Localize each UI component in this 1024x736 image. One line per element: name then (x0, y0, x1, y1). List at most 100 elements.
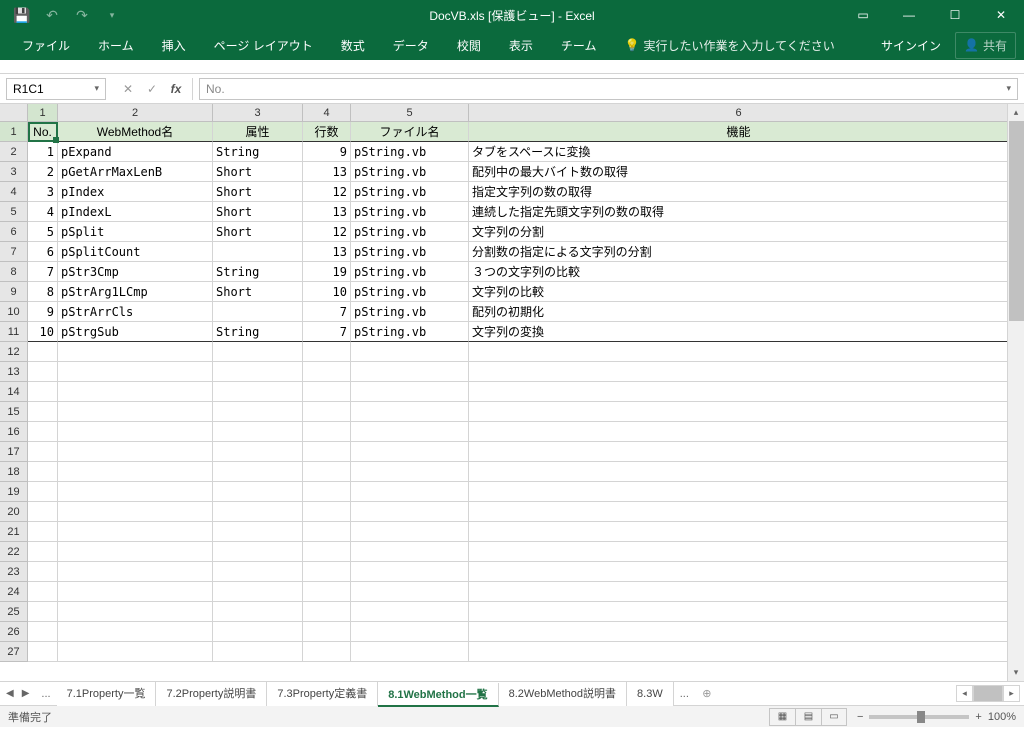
col-header[interactable]: 6 (469, 104, 1009, 121)
cell[interactable]: pString.vb (351, 162, 469, 182)
cell[interactable] (351, 622, 469, 642)
cell[interactable]: 7 (28, 262, 58, 282)
tab-nav-prev-icon[interactable]: ▶ (22, 688, 30, 699)
cell[interactable]: 8 (28, 282, 58, 302)
row-header[interactable]: 25 (0, 602, 28, 622)
cell[interactable] (469, 502, 1009, 522)
cell[interactable]: pString.vb (351, 262, 469, 282)
cell[interactable] (58, 382, 213, 402)
row-header[interactable]: 7 (0, 242, 28, 262)
row-header[interactable]: 5 (0, 202, 28, 222)
row-header[interactable]: 22 (0, 542, 28, 562)
cell[interactable]: 分割数の指定による文字列の分割 (469, 242, 1009, 262)
cell[interactable] (28, 362, 58, 382)
cell[interactable] (213, 622, 303, 642)
cell[interactable]: pString.vb (351, 302, 469, 322)
header-cell[interactable]: 機能 (469, 122, 1009, 142)
cell[interactable]: 12 (303, 222, 351, 242)
scroll-down-icon[interactable]: ▾ (1008, 664, 1024, 681)
cell[interactable] (213, 422, 303, 442)
cell[interactable] (469, 482, 1009, 502)
maximize-icon[interactable]: ☐ (932, 0, 978, 30)
cell[interactable] (28, 442, 58, 462)
cell[interactable] (303, 442, 351, 462)
cell[interactable] (351, 642, 469, 662)
sheet-tab[interactable]: 7.3Property定義書 (267, 682, 378, 706)
zoom-level[interactable]: 100% (988, 711, 1016, 723)
row-header[interactable]: 16 (0, 422, 28, 442)
normal-view-icon[interactable]: ▦ (769, 708, 795, 726)
row-header[interactable]: 23 (0, 562, 28, 582)
cell[interactable] (303, 622, 351, 642)
cell[interactable] (28, 562, 58, 582)
cell[interactable] (303, 582, 351, 602)
cell[interactable]: pStr3Cmp (58, 262, 213, 282)
cell[interactable] (303, 482, 351, 502)
row-header[interactable]: 27 (0, 642, 28, 662)
row-header[interactable]: 10 (0, 302, 28, 322)
cell[interactable]: pGetArrMaxLenB (58, 162, 213, 182)
cell[interactable] (469, 402, 1009, 422)
tabs-overflow-left[interactable]: ... (35, 688, 56, 700)
enter-icon[interactable]: ✓ (140, 82, 164, 96)
cell[interactable] (58, 402, 213, 422)
cell[interactable] (58, 582, 213, 602)
tab-team[interactable]: チーム (547, 30, 611, 60)
cell[interactable] (213, 342, 303, 362)
cell[interactable]: 配列中の最大バイト数の取得 (469, 162, 1009, 182)
cell[interactable]: 2 (28, 162, 58, 182)
cell[interactable] (469, 642, 1009, 662)
cell[interactable] (213, 402, 303, 422)
cell[interactable]: String (213, 262, 303, 282)
cell[interactable]: タブをスペースに変換 (469, 142, 1009, 162)
zoom-out-icon[interactable]: − (857, 711, 863, 723)
cell[interactable] (28, 382, 58, 402)
cell[interactable]: Short (213, 282, 303, 302)
cell[interactable] (213, 442, 303, 462)
cell[interactable] (213, 582, 303, 602)
cell[interactable] (469, 382, 1009, 402)
row-header[interactable]: 8 (0, 262, 28, 282)
cell[interactable]: 3 (28, 182, 58, 202)
vertical-scrollbar[interactable]: ▴ ▾ (1007, 104, 1024, 681)
cell[interactable] (469, 582, 1009, 602)
row-header[interactable]: 24 (0, 582, 28, 602)
redo-icon[interactable]: ↷ (68, 1, 96, 29)
cell[interactable] (28, 402, 58, 422)
cell[interactable] (28, 542, 58, 562)
cell[interactable] (28, 602, 58, 622)
cell[interactable] (469, 442, 1009, 462)
cell[interactable]: pStrArrCls (58, 302, 213, 322)
chevron-down-icon[interactable]: ▾ (94, 83, 99, 94)
cell[interactable] (58, 542, 213, 562)
row-header[interactable]: 4 (0, 182, 28, 202)
hscroll-thumb[interactable] (973, 685, 1003, 702)
tab-formulas[interactable]: 数式 (327, 30, 379, 60)
cell[interactable]: pString.vb (351, 222, 469, 242)
row-header[interactable]: 17 (0, 442, 28, 462)
cell[interactable] (469, 602, 1009, 622)
col-header[interactable]: 3 (213, 104, 303, 121)
cell[interactable] (303, 462, 351, 482)
cell[interactable] (469, 542, 1009, 562)
cell[interactable] (351, 482, 469, 502)
signin-link[interactable]: サインイン (867, 37, 955, 54)
cell[interactable]: 9 (303, 142, 351, 162)
row-header[interactable]: 9 (0, 282, 28, 302)
col-header[interactable]: 5 (351, 104, 469, 121)
cell[interactable] (303, 402, 351, 422)
cell[interactable]: 文字列の変換 (469, 322, 1009, 342)
cell[interactable] (351, 582, 469, 602)
cell[interactable] (28, 642, 58, 662)
name-box[interactable]: R1C1 ▾ (6, 78, 106, 100)
cell[interactable]: 文字列の分割 (469, 222, 1009, 242)
col-header[interactable]: 1 (28, 104, 58, 121)
cell[interactable]: 連続した指定先頭文字列の数の取得 (469, 202, 1009, 222)
scroll-right-icon[interactable]: ▸ (1003, 685, 1020, 702)
cell[interactable] (351, 342, 469, 362)
cell[interactable] (28, 582, 58, 602)
cell[interactable] (303, 342, 351, 362)
cell[interactable]: 9 (28, 302, 58, 322)
cell[interactable]: 7 (303, 302, 351, 322)
header-cell[interactable]: WebMethod名 (58, 122, 213, 142)
